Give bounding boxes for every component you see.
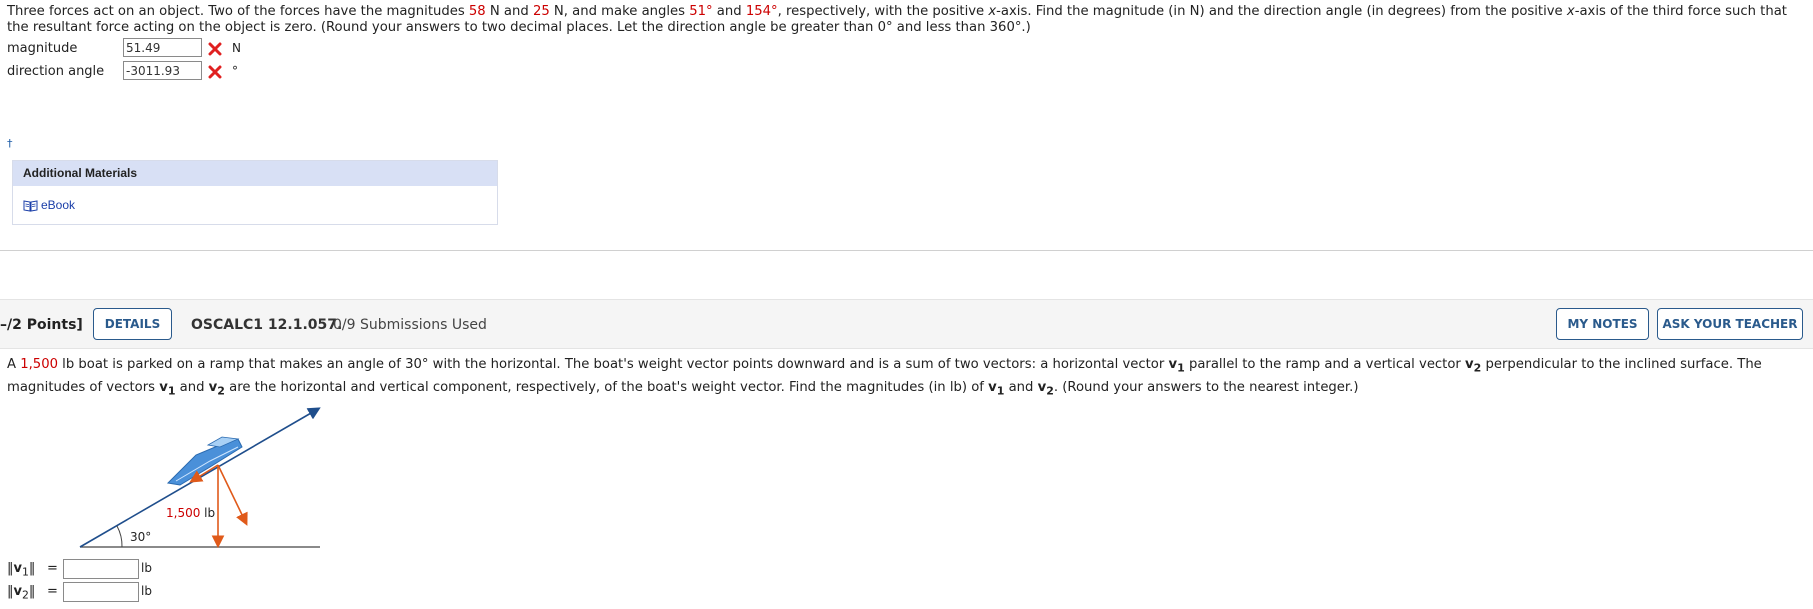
points-label: –/2 Points]: [0, 317, 83, 333]
additional-materials-title: Additional Materials: [13, 161, 497, 186]
magnitude-unit: N: [232, 41, 241, 55]
vector-letter: v: [1168, 357, 1178, 372]
ebook-link[interactable]: eBook: [23, 198, 75, 212]
my-notes-button[interactable]: MY NOTES: [1556, 308, 1649, 340]
vector-v1: v1: [1168, 357, 1185, 375]
question-2-text: A 1,500 lb boat is parked on a ramp that…: [7, 355, 1807, 400]
q2-text-part: A: [7, 357, 21, 372]
boat-weight-value: 1,500: [20, 357, 58, 372]
weight-label: 1,500 lb: [166, 506, 215, 520]
x-mark-icon: [208, 42, 222, 56]
magnitude-input[interactable]: [123, 38, 202, 57]
vector-letter: v: [13, 561, 22, 576]
angle-2-value: 154°: [745, 4, 778, 19]
x-mark-icon: [208, 65, 222, 79]
direction-angle-input[interactable]: [123, 61, 202, 80]
vector-letter: v: [1037, 379, 1047, 395]
v1-unit: lb: [141, 561, 152, 575]
weight-unit: lb: [200, 506, 215, 520]
v1-magnitude-input[interactable]: [63, 559, 139, 579]
vector-index: 1: [1177, 361, 1185, 375]
ask-your-teacher-button[interactable]: ASK YOUR TEACHER: [1657, 308, 1803, 340]
book-icon: [23, 199, 38, 212]
perpendicular-component-arrow: [217, 464, 248, 526]
submissions-used: 0/9 Submissions Used: [333, 317, 487, 333]
v2-norm-label: ‖v2‖: [7, 584, 35, 602]
vector-v1: v1: [988, 379, 1004, 398]
question-2-header: –/2 Points] DETAILS OSCALC1 12.1.057. 0/…: [0, 299, 1813, 349]
angle-label: 30°: [130, 530, 151, 544]
footnote-dagger: †: [7, 137, 13, 150]
ramp-line: [79, 407, 321, 548]
vector-v2: v2: [1465, 357, 1481, 375]
equals-sign: =: [47, 584, 58, 599]
q2-text-part: and: [175, 379, 209, 395]
vector-v2: v2: [1037, 379, 1054, 398]
force-2-value: 25: [532, 4, 550, 19]
v1-norm-label: ‖v1‖: [7, 561, 35, 579]
q2-text-part: . (Round your answers to the nearest int…: [1053, 379, 1359, 395]
q2-text-part: and: [1004, 379, 1038, 395]
ebook-label: eBook: [41, 198, 76, 212]
vector-letter: v: [13, 584, 22, 599]
q1-text-part: , respectively, with the positive: [777, 4, 989, 19]
direction-angle-unit: °: [232, 64, 238, 78]
direction-angle-label: direction angle: [7, 64, 105, 79]
magnitude-label: magnitude: [7, 41, 78, 56]
q1-text-part: Three forces act on an object. Two of th…: [7, 4, 469, 19]
boat-icon: [166, 436, 243, 486]
v2-unit: lb: [141, 584, 152, 598]
force-1-value: 58: [468, 4, 486, 19]
vector-index: 2: [1046, 384, 1054, 398]
vector-index: 2: [21, 588, 29, 602]
q2-text-part: are the horizontal and vertical componen…: [224, 379, 989, 395]
additional-materials-panel: Additional Materials eBook: [12, 160, 498, 225]
v2-magnitude-input[interactable]: [63, 582, 139, 602]
x-variable: x: [988, 4, 997, 19]
q1-text-part: -axis. Find the magnitude (in N) and the…: [996, 4, 1567, 19]
question-divider: [0, 250, 1813, 251]
vector-index: 1: [21, 565, 29, 579]
vector-letter: v: [159, 379, 168, 395]
q2-text-part: parallel to the ramp and a vertical vect…: [1184, 357, 1466, 372]
weight-value: 1,500: [166, 506, 200, 520]
q2-text-part: lb boat is parked on a ramp that makes a…: [57, 357, 1169, 372]
details-button[interactable]: DETAILS: [93, 308, 172, 340]
vector-v2: v2: [208, 379, 225, 398]
vector-letter: v: [1465, 357, 1474, 372]
norm-bar: ‖: [28, 561, 36, 576]
q1-text-part: N, and make angles: [549, 4, 690, 19]
q1-text-part: and: [712, 4, 746, 19]
vector-letter: v: [208, 379, 218, 395]
angle-1-value: 51°: [689, 4, 713, 19]
ramp-diagram: 30° 1,500 lb: [79, 407, 321, 549]
equals-sign: =: [47, 561, 58, 576]
question-code: OSCALC1 12.1.057.: [191, 317, 343, 333]
question-1-text: Three forces act on an object. Two of th…: [7, 4, 1807, 36]
vector-letter: v: [988, 379, 997, 395]
angle-arc: [116, 525, 123, 548]
vector-v1: v1: [159, 379, 175, 398]
x-variable: x: [1566, 4, 1575, 19]
norm-bar: ‖: [28, 584, 36, 599]
q1-text-part: N and: [485, 4, 533, 19]
